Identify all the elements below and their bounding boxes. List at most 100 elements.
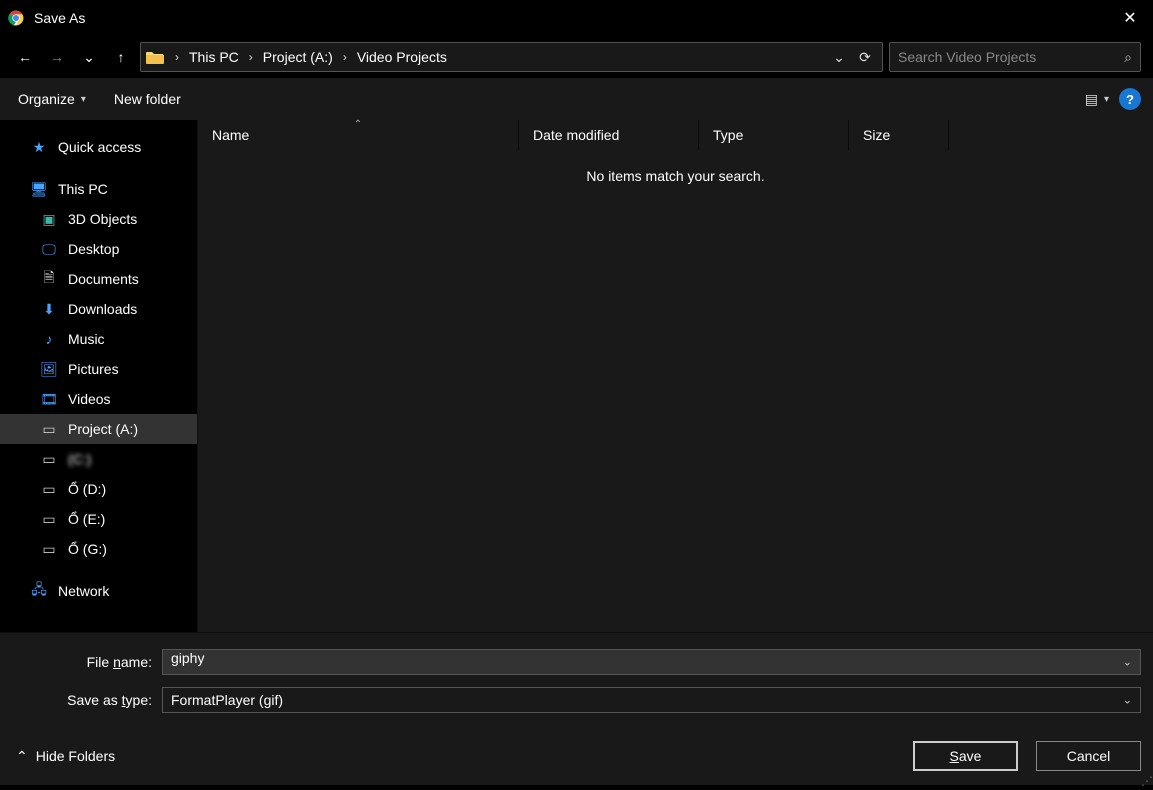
sidebar-this-pc[interactable]: 🖥 This PC (0, 174, 197, 204)
chevron-down-icon: ⌄ (83, 49, 95, 66)
sidebar-item-label: Ổ (E:) (68, 511, 105, 527)
search-icon: ⌕ (1124, 49, 1132, 66)
sidebar-item-label: Network (58, 583, 109, 599)
filename-input[interactable]: giphy ⌄ (162, 649, 1141, 675)
desktop-icon: 🖵 (40, 241, 58, 258)
breadcrumb-project-a[interactable]: Project (A:) (261, 49, 335, 65)
view-options-button[interactable]: ▤ ▾ (1085, 91, 1109, 108)
sort-asc-icon: ⌃ (354, 119, 362, 130)
sidebar-music[interactable]: ♪ Music (0, 324, 197, 354)
breadcrumb-this-pc[interactable]: This PC (187, 49, 241, 65)
resize-grip[interactable]: ⋰ (1141, 774, 1151, 788)
chevron-up-icon: ⌃ (16, 748, 28, 765)
chevron-down-icon[interactable]: ⌄ (1123, 656, 1132, 669)
forward-button[interactable]: → (44, 41, 70, 73)
sidebar-quick-access[interactable]: ★ Quick access (0, 132, 197, 162)
sidebar-network[interactable]: 🖧 Network (0, 576, 197, 606)
main-area: ★ Quick access 🖥 This PC ▣ 3D Objects 🖵 … (0, 120, 1153, 632)
sidebar-item-label: Desktop (68, 241, 119, 257)
filename-value: giphy (171, 650, 204, 666)
cancel-button[interactable]: Cancel (1036, 741, 1141, 771)
toolbar: Organize ▾ New folder ▤ ▾ ? (0, 78, 1153, 120)
caret-down-icon: ▾ (81, 94, 86, 105)
column-label: Date modified (533, 127, 619, 143)
sidebar-drive-c[interactable]: ▭ (C:) (0, 444, 197, 474)
drive-icon: ▭ (40, 541, 58, 558)
recent-locations-button[interactable]: ⌄ (76, 41, 102, 73)
drive-icon: ▭ (40, 481, 58, 498)
window-title: Save As (34, 10, 85, 26)
sidebar-item-label: This PC (58, 181, 108, 197)
sidebar-drive-e[interactable]: ▭ Ổ (E:) (0, 504, 197, 534)
folder-icon (145, 47, 165, 67)
sidebar-item-label: Music (68, 331, 105, 347)
drive-icon: ▭ (40, 451, 58, 468)
sidebar-documents[interactable]: 🗎 Documents (0, 264, 197, 294)
chevron-right-icon: › (167, 50, 187, 64)
sidebar-item-label: Project (A:) (68, 421, 138, 437)
sidebar-drive-g[interactable]: ▭ Ổ (G:) (0, 534, 197, 564)
cube-icon: ▣ (40, 211, 58, 228)
sidebar-item-label: (C:) (68, 451, 91, 467)
help-icon: ? (1126, 92, 1134, 107)
sidebar-desktop[interactable]: 🖵 Desktop (0, 234, 197, 264)
column-label: Name (212, 127, 249, 143)
monitor-icon: 🖥 (30, 181, 48, 198)
sidebar-drive-d[interactable]: ▭ Ổ (D:) (0, 474, 197, 504)
picture-icon: 🖼 (40, 361, 58, 378)
sidebar-item-label: Quick access (58, 139, 141, 155)
sidebar-item-label: Downloads (68, 301, 137, 317)
hide-folders-button[interactable]: ⌃ Hide Folders (16, 748, 115, 765)
organize-button[interactable]: Organize ▾ (18, 91, 86, 107)
view-icon: ▤ (1085, 91, 1098, 108)
column-label: Size (863, 127, 890, 143)
sidebar-item-label: Pictures (68, 361, 119, 377)
sidebar-videos[interactable]: 🎞 Videos (0, 384, 197, 414)
column-headers: ⌃ Name Date modified Type Size (198, 120, 1153, 150)
search-box[interactable]: ⌕ (889, 42, 1141, 72)
close-icon: ✕ (1123, 8, 1136, 28)
sidebar-item-label: Ổ (D:) (68, 481, 106, 497)
sidebar-item-label: 3D Objects (68, 211, 137, 227)
new-folder-button[interactable]: New folder (114, 91, 181, 107)
sidebar-downloads[interactable]: ⬇ Downloads (0, 294, 197, 324)
chevron-right-icon: › (335, 50, 355, 64)
refresh-button[interactable]: ⟳ (854, 49, 876, 66)
download-icon: ⬇ (40, 301, 58, 318)
column-header-type[interactable]: Type (699, 120, 849, 150)
arrow-right-icon: → (50, 49, 64, 65)
sidebar-3d-objects[interactable]: ▣ 3D Objects (0, 204, 197, 234)
savetype-label: Save as type: (12, 692, 162, 708)
titlebar: Save As ✕ (0, 0, 1153, 36)
breadcrumb-video-projects[interactable]: Video Projects (355, 49, 449, 65)
sidebar: ★ Quick access 🖥 This PC ▣ 3D Objects 🖵 … (0, 120, 198, 632)
column-header-name[interactable]: ⌃ Name (198, 120, 519, 150)
up-button[interactable]: ↑ (108, 41, 134, 73)
address-bar[interactable]: › This PC › Project (A:) › Video Project… (140, 42, 883, 72)
bottom-panel: File name: giphy ⌄ Save as type: FormatP… (0, 632, 1153, 785)
nav-row: ← → ⌄ ↑ › This PC › Project (A:) › Video… (0, 36, 1153, 78)
chevron-down-icon[interactable]: ⌄ (1123, 694, 1132, 707)
drive-icon: ▭ (40, 511, 58, 528)
arrow-left-icon: ← (18, 49, 32, 65)
column-header-size[interactable]: Size (849, 120, 949, 150)
file-list-pane: ⌃ Name Date modified Type Size No items … (198, 120, 1153, 632)
drive-icon: ▭ (40, 421, 58, 438)
caret-down-icon: ▾ (1104, 94, 1109, 105)
close-button[interactable]: ✕ (1107, 0, 1153, 36)
network-icon: 🖧 (30, 579, 48, 603)
savetype-select[interactable]: FormatPlayer (gif) ⌄ (162, 687, 1141, 713)
column-header-date[interactable]: Date modified (519, 120, 699, 150)
sidebar-item-label: Documents (68, 271, 139, 287)
sidebar-pictures[interactable]: 🖼 Pictures (0, 354, 197, 384)
help-button[interactable]: ? (1119, 88, 1141, 110)
search-input[interactable] (898, 49, 1124, 65)
save-button[interactable]: Save (913, 741, 1018, 771)
organize-label: Organize (18, 91, 75, 107)
back-button[interactable]: ← (12, 41, 38, 73)
document-icon: 🗎 (40, 267, 58, 291)
star-icon: ★ (30, 139, 48, 156)
address-history-button[interactable]: ⌄ (828, 49, 850, 66)
sidebar-project-a[interactable]: ▭ Project (A:) (0, 414, 197, 444)
savetype-value: FormatPlayer (gif) (171, 692, 283, 708)
